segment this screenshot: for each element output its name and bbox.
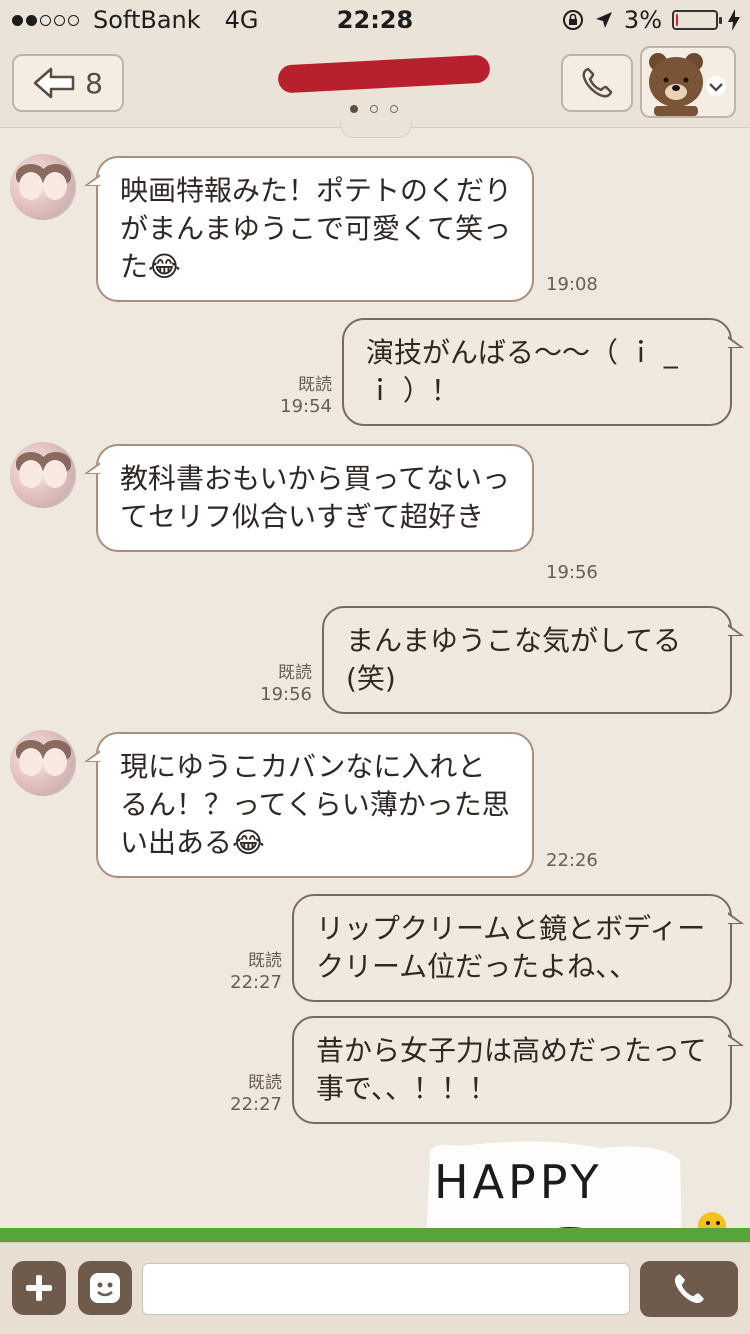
rotation-lock-icon xyxy=(562,10,583,30)
contact-avatar[interactable] xyxy=(10,154,76,220)
message-text: 演技がんばる〜〜（ ｉ _ ｉ ）！ xyxy=(366,336,678,407)
sticker-grass xyxy=(0,1228,750,1242)
message-time: 19:56 xyxy=(260,684,312,705)
read-receipt: 既読 22:27 xyxy=(202,950,282,994)
read-receipt: 既読 19:56 xyxy=(232,662,312,706)
read-receipt: 既読 19:54 xyxy=(252,374,332,418)
message-bubble-outgoing[interactable]: 演技がんばる〜〜（ ｉ _ ｉ ）！ xyxy=(342,318,744,426)
brown-bear-icon xyxy=(649,53,703,116)
chat-menu-button[interactable] xyxy=(640,46,736,118)
page-dot xyxy=(350,105,358,113)
message-bubble-outgoing[interactable]: まんまゆうこな気がしてる(笑) xyxy=(322,606,744,714)
message-time: 19:56 xyxy=(546,562,598,583)
plus-icon xyxy=(26,1275,52,1301)
emoji-icon xyxy=(90,1273,120,1303)
happy-sticker[interactable]: HAPPY xyxy=(420,1140,740,1240)
message-text: 昔から女子力は高めだったって事で、、！！！ xyxy=(316,1034,707,1105)
message-time: 22:27 xyxy=(230,1094,282,1115)
contact-avatar[interactable] xyxy=(10,442,76,508)
message-time: 19:54 xyxy=(280,396,332,417)
phone-icon xyxy=(582,67,613,98)
message-input[interactable] xyxy=(142,1263,630,1315)
charging-bolt-icon xyxy=(728,9,740,31)
message-time: 22:26 xyxy=(546,850,598,871)
battery-percent: 3% xyxy=(623,6,662,34)
message-input-bar xyxy=(0,1242,750,1334)
page-dot xyxy=(390,105,398,113)
location-arrow-icon xyxy=(595,12,612,28)
chat-title-redacted[interactable] xyxy=(277,54,491,94)
read-label: 既読 xyxy=(248,951,282,971)
read-label: 既読 xyxy=(278,663,312,683)
message-time: 22:27 xyxy=(230,972,282,993)
sticker-picker-button[interactable] xyxy=(78,1261,132,1315)
page-dot xyxy=(370,105,378,113)
message-bubble-outgoing[interactable]: 昔から女子力は高めだったって事で、、！！！ xyxy=(292,1016,744,1124)
message-text: まんまゆうこな気がしてる(笑) xyxy=(346,624,682,695)
back-arrow-icon xyxy=(33,67,75,99)
voice-call-button[interactable] xyxy=(561,54,633,112)
message-time: 19:08 xyxy=(546,274,598,295)
message-text: 教科書おもいから買ってないってセリフ似合いすぎて超好き xyxy=(120,462,511,533)
chat-header: 8 xyxy=(0,42,750,128)
contact-avatar[interactable] xyxy=(10,730,76,796)
message-bubble-incoming[interactable]: 教科書おもいから買ってないってセリフ似合いすぎて超好き xyxy=(84,444,534,552)
read-label: 既読 xyxy=(248,1073,282,1093)
message-bubble-incoming[interactable]: 現にゆうこカバンなに入れとるん！？ってくらい薄かった思い出ある😂 xyxy=(84,732,534,878)
battery-icon xyxy=(672,10,722,30)
laughing-emoji-icon: 😂 xyxy=(232,826,265,859)
status-bar: SoftBank 4G 22:28 3% xyxy=(0,0,750,42)
back-button[interactable]: 8 xyxy=(12,54,124,112)
read-label: 既読 xyxy=(298,375,332,395)
add-attachment-button[interactable] xyxy=(12,1261,66,1315)
unread-count: 8 xyxy=(85,66,103,100)
read-receipt: 既読 22:27 xyxy=(202,1072,282,1116)
laughing-emoji-icon: 😂 xyxy=(148,250,181,283)
message-text: リップクリームと鏡とボディークリーム位だったよね、、 xyxy=(316,912,706,983)
message-text: 現にゆうこカバンなに入れとるん！？ってくらい薄かった思い出ある xyxy=(120,750,510,859)
message-bubble-outgoing[interactable]: リップクリームと鏡とボディークリーム位だったよね、、 xyxy=(292,894,744,1002)
call-button[interactable] xyxy=(640,1261,738,1317)
phone-icon xyxy=(674,1274,704,1304)
page-indicator xyxy=(350,105,398,113)
chevron-down-icon xyxy=(706,76,726,96)
message-bubble-incoming[interactable]: 映画特報みた！ポテトのくだりがまんまゆうこで可愛くて笑った😂 xyxy=(84,156,534,302)
header-pull-tab[interactable] xyxy=(340,120,412,138)
sticker-text: HAPPY xyxy=(434,1155,603,1209)
